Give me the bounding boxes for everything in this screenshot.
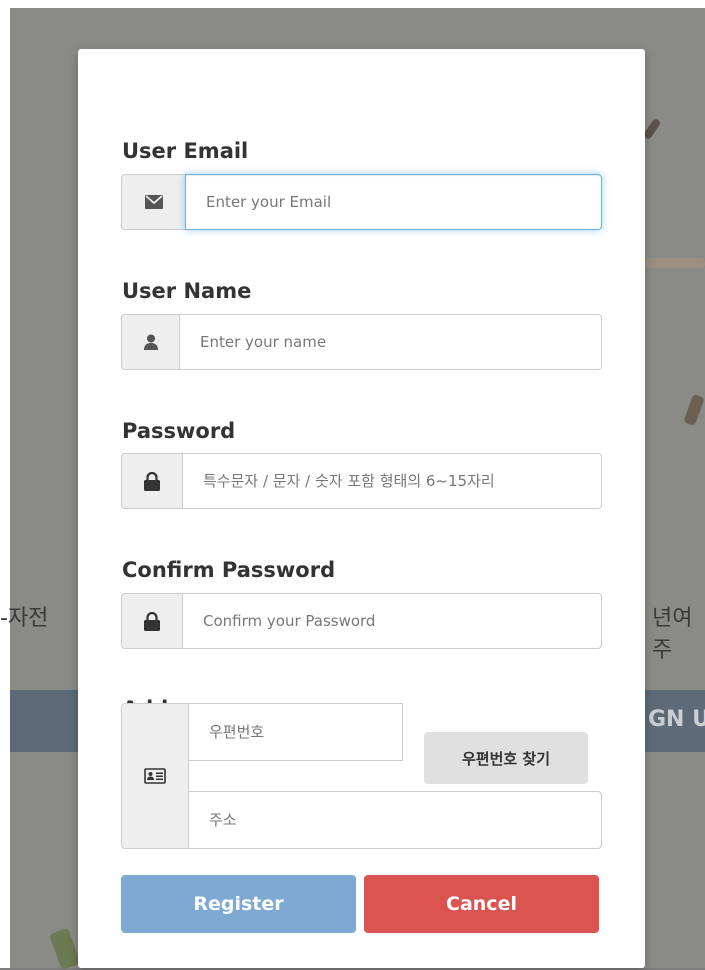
email-input[interactable]: [185, 174, 602, 230]
envelope-icon: [121, 174, 185, 230]
background-text-left: -자전: [0, 606, 49, 631]
register-modal: User Email User Name Password: [78, 49, 645, 968]
name-input[interactable]: [179, 314, 602, 370]
email-input-group: [121, 174, 602, 230]
name-input-group: [121, 314, 602, 370]
password-input-group: [121, 453, 602, 509]
email-label: User Email: [122, 139, 249, 163]
background-signup-text: GN U: [648, 707, 705, 732]
address-input-group: 우편번호 찾기: [121, 703, 602, 849]
password-label: Password: [122, 419, 236, 443]
address-input[interactable]: [188, 791, 602, 849]
lock-icon: [121, 453, 182, 509]
cancel-button[interactable]: Cancel: [364, 875, 599, 933]
confirm-password-input[interactable]: [182, 593, 602, 649]
name-label: User Name: [122, 279, 252, 303]
confirm-password-label: Confirm Password: [122, 558, 336, 582]
background-decoration: [645, 258, 705, 268]
zip-search-button[interactable]: 우편번호 찾기: [424, 732, 588, 784]
user-icon: [121, 314, 179, 370]
zip-code-input[interactable]: [188, 703, 403, 761]
lock-icon: [121, 593, 182, 649]
background-text-right: 년여주: [652, 606, 693, 663]
password-input[interactable]: [182, 453, 602, 509]
register-button[interactable]: Register: [121, 875, 356, 933]
address-card-icon: [121, 703, 189, 849]
confirm-password-input-group: [121, 593, 602, 649]
page-top-edge: [0, 0, 705, 8]
page-left-edge: [0, 0, 10, 968]
